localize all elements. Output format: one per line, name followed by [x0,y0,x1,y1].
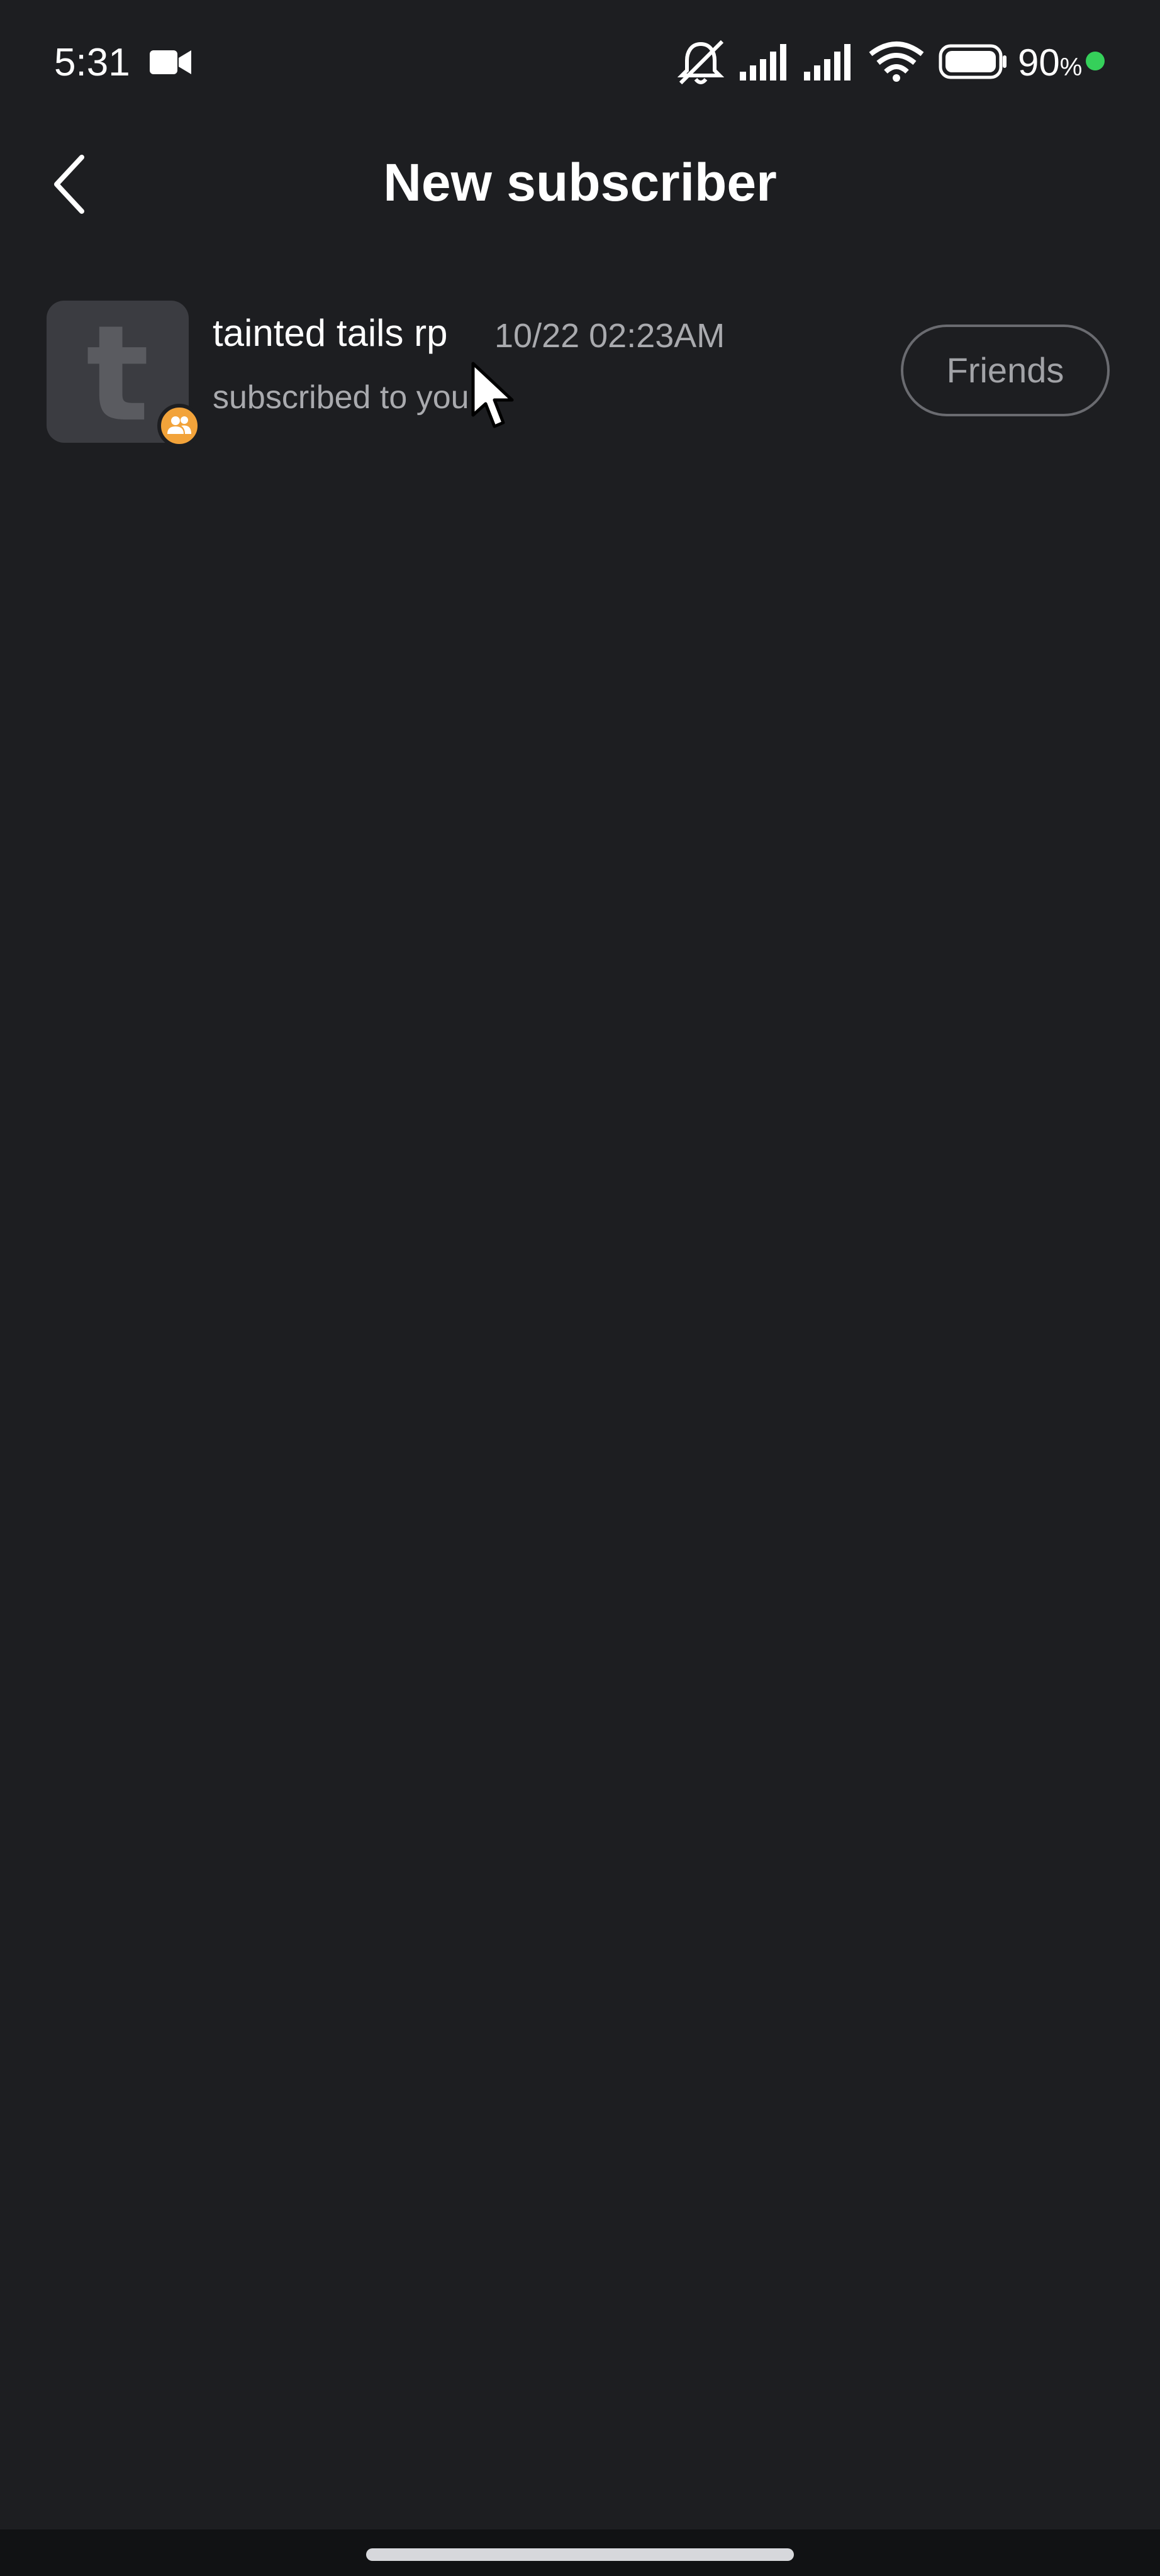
mouse-cursor-icon [471,362,514,428]
list-item[interactable]: t tainted tails rp 10/22 02:23AM subscri… [0,289,1160,453]
group-icon [167,416,191,434]
friends-button[interactable]: Friends [901,325,1110,416]
signal-icon [804,44,850,80]
subscriber-name[interactable]: tainted tails rp [213,308,448,358]
battery-level: 90% [1018,42,1083,84]
video-camera-icon [150,50,191,74]
signal-icon [740,44,786,80]
navigation-bar [0,2529,1160,2576]
wifi-icon [869,42,924,82]
notification-message: subscribed to you [213,379,469,416]
status-time: 5:31 [54,41,130,84]
status-bar: 5:31 90% [0,0,1160,126]
group-badge [157,404,201,448]
page-title: New subscriber [383,153,777,212]
battery-icon [939,44,1007,79]
app-header: New subscriber [0,126,1160,239]
charging-indicator [1086,52,1105,70]
home-indicator[interactable] [366,2548,794,2561]
bell-off-icon [677,40,725,85]
notification-time: 10/22 02:23AM [494,317,725,355]
